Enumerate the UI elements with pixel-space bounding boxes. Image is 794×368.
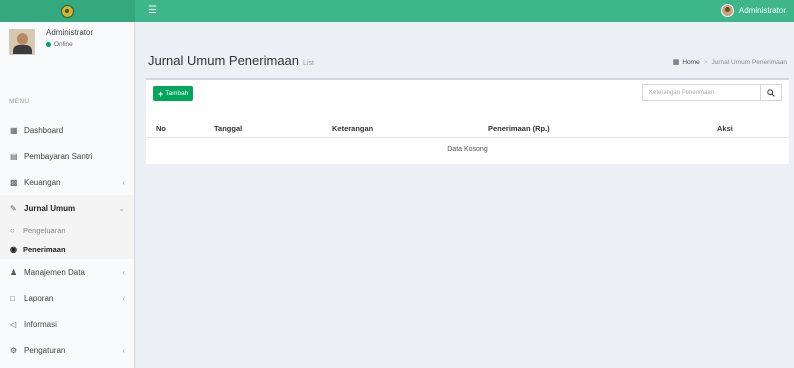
table-header: No Tanggal Keterangan Penerimaan (Rp.) A… [146, 120, 789, 138]
user-menu[interactable]: Administrator [720, 4, 786, 17]
credit-card-icon: ▤ [10, 151, 18, 161]
sidebar-item-label: Manajemen Data [24, 267, 85, 277]
user-status-text: Online [54, 41, 73, 48]
circle-outline-icon: ○ [10, 226, 15, 235]
bullhorn-icon: ◁ [10, 319, 17, 329]
online-dot-icon [46, 42, 51, 47]
top-navbar: ☰ Administrator [0, 0, 794, 22]
chevron-left-icon: ‹ [122, 345, 125, 355]
search-button[interactable] [761, 84, 782, 101]
page-title-text: Jurnal Umum Penerimaan [148, 53, 300, 68]
sidebar-item-dashboard[interactable]: ▦ Dashboard [0, 117, 134, 143]
edit-icon: ✎ [10, 203, 17, 213]
sidebar-item-label: Pembayaran Santri [24, 151, 93, 161]
breadcrumb-home[interactable]: Home [682, 59, 699, 66]
breadcrumb: ▦ Home > Jurnal Umum Penerimaan [672, 58, 787, 67]
sidebar-item-jurnal-umum[interactable]: ✎ Jurnal Umum ⌄ [0, 195, 134, 221]
sidebar-menu: ▦ Dashboard ▤ Pembayaran Santri ▩ Keuang… [0, 117, 134, 363]
user-status: Online [46, 41, 73, 48]
sidebar-item-label: Dashboard [24, 125, 64, 135]
sidebar-item-label: Jurnal Umum [24, 203, 76, 213]
sidebar-item-pengaturan[interactable]: ⚙ Pengaturan ‹ [0, 337, 134, 363]
user-panel: Administrator Online [0, 22, 134, 82]
sidebar-item-pembayaran-santri[interactable]: ▤ Pembayaran Santri [0, 143, 134, 169]
logo[interactable] [0, 0, 135, 22]
sidebar-item-laporan[interactable]: □ Laporan ‹ [0, 285, 134, 311]
breadcrumb-current: Jurnal Umum Penerimaan [711, 58, 787, 66]
avatar [720, 4, 734, 17]
jurnal-umum-submenu: ○ Pengeluaran ◉ Penerimaan [0, 221, 134, 259]
breadcrumb-separator: > [703, 58, 708, 66]
submenu-item-penerimaan[interactable]: ◉ Penerimaan [0, 240, 134, 259]
sidebar: Administrator Online MENU ▦ Dashboard ▤ … [0, 22, 135, 368]
money-icon: ▩ [10, 177, 18, 187]
chevron-left-icon: ‹ [122, 267, 125, 277]
add-button-label: Tambah [165, 90, 189, 97]
column-header-keterangan[interactable]: Keterangan [332, 124, 373, 133]
chevron-left-icon: ‹ [122, 177, 125, 187]
hamburger-menu-icon[interactable]: ☰ [148, 6, 157, 16]
dashboard-icon: ▦ [10, 125, 18, 135]
logo-emblem-icon [61, 4, 74, 18]
column-header-penerimaan[interactable]: Penerimaan (Rp.) [488, 124, 550, 133]
sidebar-item-label: Laporan [24, 293, 54, 303]
user-photo [9, 29, 35, 55]
search-placeholder: Keterangan Penerimaan [649, 89, 715, 96]
users-icon: ♟ [10, 267, 18, 277]
search-input[interactable]: Keterangan Penerimaan [642, 84, 761, 101]
sidebar-item-manajemen-data[interactable]: ♟ Manajemen Data ‹ [0, 259, 134, 285]
submenu-item-pengeluaran[interactable]: ○ Pengeluaran [0, 221, 134, 240]
page-subtitle: List [303, 60, 314, 67]
table-row: Data Kosong [146, 139, 789, 159]
page-title: Jurnal Umum Penerimaan List [148, 53, 314, 68]
sidebar-item-keuangan[interactable]: ▩ Keuangan ‹ [0, 169, 134, 195]
chevron-left-icon: ‹ [122, 293, 125, 303]
submenu-item-label: Penerimaan [23, 245, 66, 254]
user-panel-name: Administrator [46, 28, 94, 37]
plus-icon: + [158, 88, 164, 99]
column-header-tanggal[interactable]: Tanggal [214, 124, 242, 133]
user-menu-name: Administrator [738, 6, 786, 15]
file-icon: □ [10, 293, 15, 303]
search-icon [767, 88, 775, 97]
empty-table-message: Data Kosong [447, 145, 488, 153]
column-header-no[interactable]: No [156, 124, 166, 133]
sidebar-item-label: Keuangan [24, 177, 61, 187]
gear-icon: ⚙ [10, 345, 18, 355]
sidebar-item-label: Pengaturan [24, 345, 66, 355]
sidebar-item-informasi[interactable]: ◁ Informasi [0, 311, 134, 337]
column-header-aksi[interactable]: Aksi [717, 124, 733, 133]
dashboard-icon: ▦ [672, 59, 680, 66]
submenu-item-label: Pengeluaran [23, 226, 66, 235]
dot-circle-icon: ◉ [10, 245, 17, 254]
data-table-box: + Tambah Keterangan Penerimaan No Tangga… [146, 78, 789, 164]
sidebar-item-label: Informasi [24, 319, 57, 329]
add-button[interactable]: + Tambah [153, 86, 194, 101]
menu-header: MENU [9, 98, 30, 105]
chevron-down-icon: ⌄ [118, 203, 125, 213]
search-group: Keterangan Penerimaan [642, 84, 782, 101]
